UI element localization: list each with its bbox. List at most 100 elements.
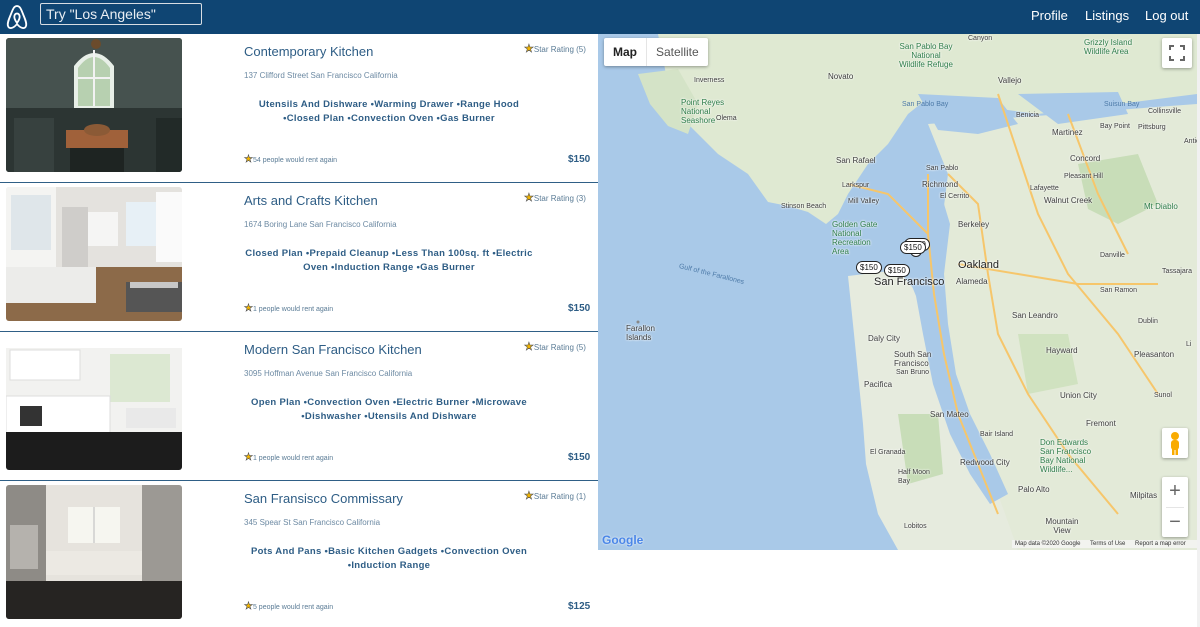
map-label-hayward: Hayward	[1046, 346, 1078, 355]
map-type-satellite-button[interactable]: Satellite	[647, 38, 708, 66]
map-label-san-rafael: San Rafael	[836, 156, 876, 165]
rent-again-text: 1 people would rent again	[252, 455, 334, 462]
map-label-walnut-creek: Walnut Creek	[1044, 196, 1093, 205]
map-label-li: Li	[1186, 341, 1192, 348]
listing-title[interactable]: Arts and Crafts Kitchen	[244, 193, 378, 208]
report-error-link[interactable]: Report a map error	[1135, 541, 1186, 547]
map-label-lafayette: Lafayette	[1030, 185, 1059, 192]
listing-amenities: Closed Plan •Prepaid Cleanup •Less Than …	[245, 248, 533, 273]
map-label-berkeley: Berkeley	[958, 220, 990, 229]
map-label-redwood-city: Redwood City	[960, 458, 1010, 467]
price-pin[interactable]: $150	[884, 264, 910, 277]
top-navbar: Profile Listings Log out	[0, 0, 1200, 34]
map-label-danville: Danville	[1100, 252, 1125, 259]
map-label-antioch: Antio	[1184, 138, 1197, 145]
map-label-daly-city: Daly City	[868, 334, 901, 343]
map-label-union-city: Union City	[1060, 391, 1097, 400]
listing-amenities: Utensils And Dishware •Warming Drawer •R…	[258, 99, 520, 124]
zoom-controls: + −	[1162, 477, 1188, 537]
listing-card[interactable]: San Fransisco Commissary ★Star Rating (1…	[0, 481, 598, 627]
map-view[interactable]: San Francisco Oakland Berkeley San Rafae…	[598, 34, 1197, 550]
star-icon: ★	[244, 303, 254, 315]
map-label-benicia: Benicia	[1016, 112, 1039, 119]
star-icon: ★	[524, 43, 534, 56]
map-label-collinsville: Collinsville	[1148, 108, 1182, 115]
map-label-richmond: Richmond	[922, 180, 959, 189]
map-attribution: Map data ©2020 Google Terms of Use Repor…	[1012, 540, 1197, 548]
map-label-pleasanton: Pleasanton	[1134, 350, 1175, 359]
listing-card[interactable]: Arts and Crafts Kitchen ★Star Rating (3)…	[0, 183, 598, 332]
map-label-mt-diablo: Mt Diablo	[1144, 202, 1178, 211]
star-icon: ★	[524, 341, 534, 354]
logout-link[interactable]: Log out	[1145, 8, 1188, 23]
listing-photo[interactable]	[6, 38, 182, 172]
listing-address: 137 Clifford Street San Francisco Califo…	[244, 71, 398, 80]
airbnb-logo-icon[interactable]	[5, 4, 29, 30]
listings-link[interactable]: Listings	[1085, 8, 1129, 23]
listing-title[interactable]: San Fransisco Commissary	[244, 491, 403, 506]
map-label-fremont: Fremont	[1086, 419, 1116, 428]
listing-title[interactable]: Modern San Francisco Kitchen	[244, 342, 422, 357]
map-label-oakland: Oakland	[958, 259, 999, 271]
star-icon: ★	[524, 490, 534, 503]
listing-card[interactable]: Contemporary Kitchen ★Star Rating (5) 13…	[0, 34, 598, 183]
listing-title[interactable]: Contemporary Kitchen	[244, 44, 373, 59]
map-label-stinson-beach: Stinson Beach	[781, 203, 827, 210]
map-label-tassajara: Tassajara	[1162, 268, 1192, 275]
pegman-icon	[1171, 432, 1179, 455]
map-label-milpitas: Milpitas	[1130, 491, 1158, 500]
star-rating: ★Star Rating (3)	[524, 191, 586, 205]
profile-link[interactable]: Profile	[1031, 8, 1068, 23]
listing-amenities: Pots And Pans •Basic Kitchen Gadgets •Co…	[250, 546, 528, 571]
rent-again-text: 5 people would rent again	[252, 604, 334, 611]
map-label-palo-alto: Palo Alto	[1018, 485, 1050, 494]
star-rating: ★Star Rating (5)	[524, 340, 586, 354]
map-label-inverness: Inverness	[694, 77, 725, 84]
map-label-don-edwards: Don Edwards San Francisco Bay National W…	[1040, 438, 1092, 474]
star-rating: ★Star Rating (5)	[524, 42, 586, 56]
map-label-bair-island: Bair Island	[980, 431, 1014, 438]
map-label-pittsburg: Pittsburg	[1138, 124, 1166, 131]
star-icon: ★	[244, 154, 254, 166]
price-pin[interactable]: $150	[856, 261, 882, 274]
listing-photo[interactable]	[6, 485, 182, 619]
map-label-san-pablo-refuge: San Pablo Bay National Wildlife Refuge	[899, 42, 953, 69]
listing-photo[interactable]	[6, 187, 182, 321]
map-label-dublin: Dublin	[1138, 318, 1158, 325]
fullscreen-button[interactable]	[1162, 38, 1192, 68]
listing-address: 345 Spear St San Francisco California	[244, 518, 381, 527]
star-rating-text: Star Rating (5)	[533, 343, 586, 352]
star-icon: ★	[244, 601, 254, 613]
street-view-pegman[interactable]	[1162, 428, 1188, 458]
rent-again-count: ★54 people would rent again	[244, 154, 338, 166]
map-type-toggle: Map Satellite	[604, 38, 708, 66]
zoom-out-button[interactable]: −	[1162, 508, 1188, 538]
map-label-san-bruno: San Bruno	[896, 369, 930, 376]
google-logo[interactable]: Google	[602, 533, 643, 547]
map-label-farallon: Farallon Islands	[626, 324, 655, 342]
listing-price: $125	[568, 601, 591, 612]
map-label-san-mateo: San Mateo	[930, 410, 969, 419]
listing-card[interactable]: Modern San Francisco Kitchen ★Star Ratin…	[0, 332, 598, 481]
map-label-south-san-francisco: South San Francisco	[894, 350, 932, 368]
search-input[interactable]	[40, 3, 202, 25]
map-type-map-button[interactable]: Map	[604, 38, 647, 66]
star-rating-text: Star Rating (3)	[533, 194, 586, 203]
listing-amenities: Open Plan •Convection Oven •Electric Bur…	[251, 397, 527, 422]
terms-link[interactable]: Terms of Use	[1090, 541, 1125, 547]
price-pin[interactable]: $150	[900, 241, 926, 254]
listing-price: $150	[568, 303, 591, 314]
fullscreen-icon	[1169, 45, 1185, 61]
rent-again-text: 54 people would rent again	[252, 157, 338, 164]
map-label-san-leandro: San Leandro	[1012, 311, 1058, 320]
rent-again-count: ★1 people would rent again	[244, 452, 334, 464]
map-label-larkspur: Larkspur	[842, 182, 870, 189]
map-label-sunol: Sunol	[1154, 392, 1172, 399]
listing-address: 1674 Boring Lane San Francisco Californi…	[244, 220, 397, 229]
rent-again-text: 1 people would rent again	[252, 306, 334, 313]
listing-price: $150	[568, 154, 591, 165]
star-rating-text: Star Rating (5)	[533, 45, 586, 54]
listing-photo[interactable]	[6, 336, 182, 470]
map-label-bay-point: Bay Point	[1100, 123, 1130, 130]
zoom-in-button[interactable]: +	[1162, 477, 1188, 507]
